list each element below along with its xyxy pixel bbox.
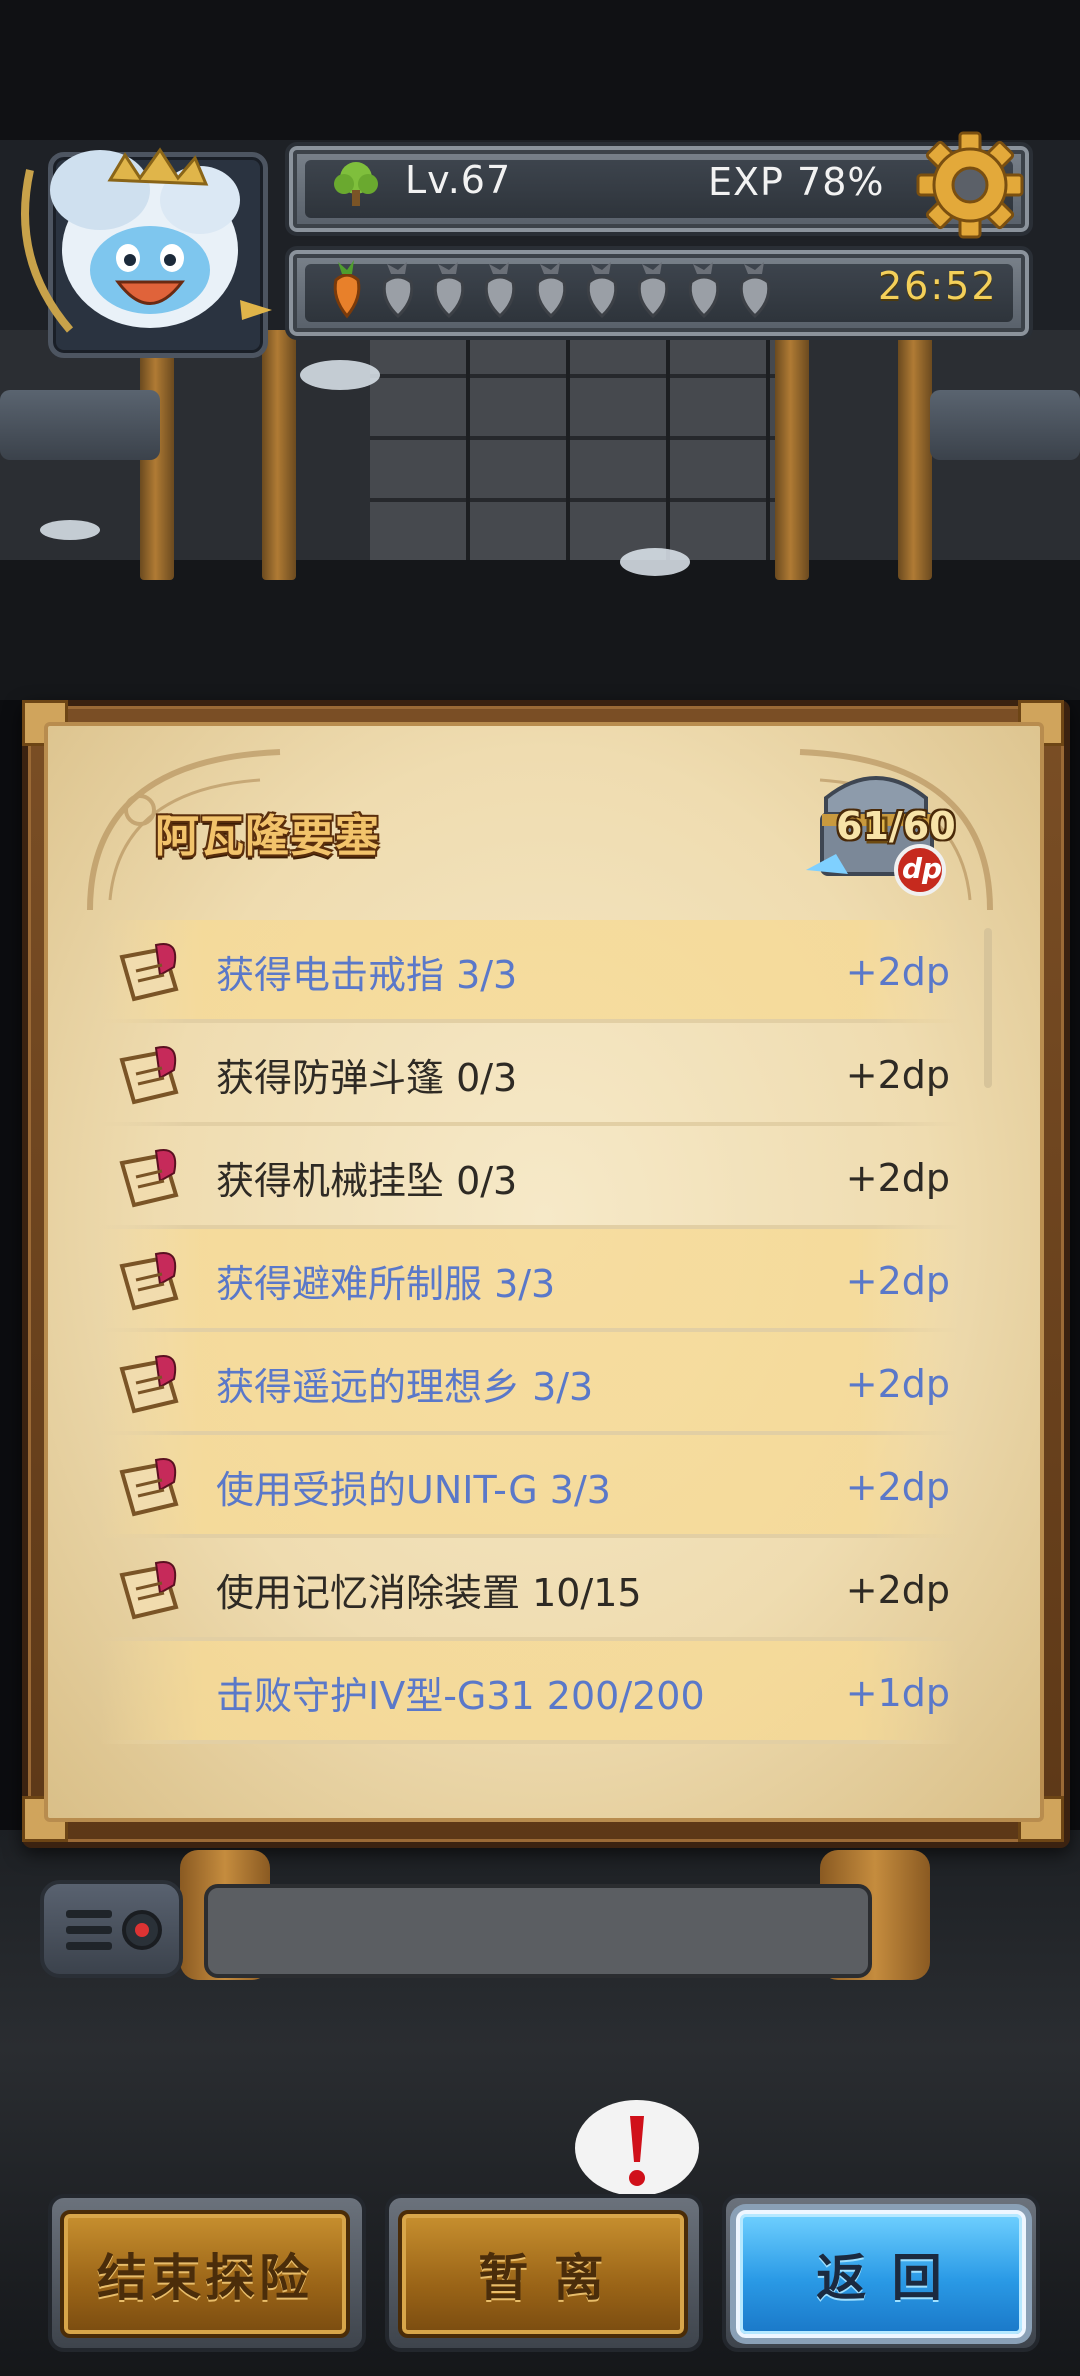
quest-label: 获得防弹斗篷 0/3 — [216, 1056, 518, 1100]
stamina-timer: 26:52 — [878, 264, 998, 308]
quest-reward: +2dp — [845, 1567, 950, 1612]
scroll-quill-icon — [119, 1560, 179, 1619]
chat-menu-icon — [66, 1910, 162, 1950]
scroll-quill-icon — [119, 1148, 179, 1207]
quest-label: 获得避难所制服 3/3 — [216, 1262, 556, 1306]
quest-scrollbar[interactable] — [984, 928, 992, 1088]
player-avatar[interactable] — [10, 110, 280, 358]
quest-reward: +1dp — [845, 1670, 950, 1715]
stamina-bag-icon — [484, 262, 516, 319]
quest-reward: +2dp — [845, 1258, 950, 1303]
stamina-bag-icon — [637, 262, 669, 319]
scroll-quill-icon — [119, 1457, 179, 1516]
quest-label: 使用记忆消除装置 10/15 — [216, 1571, 642, 1615]
quest-row[interactable]: 获得机械挂坠 0/3 +2dp — [100, 1126, 960, 1229]
stamina-bag-icon — [433, 262, 465, 319]
scroll-quill-icon — [119, 1354, 179, 1413]
quest-row[interactable]: 击败守护IV型-G31 200/200 +1dp — [100, 1641, 960, 1744]
quest-reward: +2dp — [845, 949, 950, 994]
quest-label: 获得电击戒指 3/3 — [216, 953, 518, 997]
gear-icon[interactable] — [915, 130, 1025, 240]
stone-wall — [370, 330, 790, 560]
quest-label: 击败守护IV型-G31 200/200 — [216, 1674, 705, 1718]
scroll-quill-icon — [119, 942, 179, 1001]
quest-label: 使用受损的UNIT-G 3/3 — [216, 1468, 611, 1512]
quest-list: 获得电击戒指 3/3 +2dp 获得防弹斗篷 0/3 +2dp 获得机械挂坠 0… — [100, 920, 960, 1744]
quest-row[interactable]: 获得避难所制服 3/3 +2dp — [100, 1229, 960, 1332]
player-level: Lv.67 — [405, 158, 512, 202]
stamina-bag-icon — [382, 262, 414, 319]
alert-bubble-icon[interactable] — [572, 2096, 702, 2206]
chat-message-box[interactable] — [204, 1884, 872, 1978]
scroll-quill-icon — [119, 1251, 179, 1310]
dp-badge: dp — [902, 852, 943, 885]
chest-progress: 61/60 — [836, 804, 956, 848]
quest-row[interactable]: 获得遥远的理想乡 3/3 +2dp — [100, 1332, 960, 1435]
quest-reward: +2dp — [845, 1155, 950, 1200]
quest-label: 获得机械挂坠 0/3 — [216, 1159, 518, 1203]
stamina-bag-icon — [586, 262, 618, 319]
leave-temporarily-button[interactable]: 暂 离 — [398, 2210, 688, 2338]
quest-row[interactable]: 获得电击戒指 3/3 +2dp — [100, 920, 960, 1023]
stamina-bag-icon — [535, 262, 567, 319]
scroll-quill-icon — [119, 1045, 179, 1104]
chat-menu-button[interactable] — [40, 1880, 183, 1978]
end-exploration-button[interactable]: 结束探险 — [60, 2210, 350, 2338]
stamina-bag-icon — [688, 262, 720, 319]
stamina-icons — [322, 258, 780, 320]
carrot-icon — [333, 260, 361, 319]
quest-reward: +2dp — [845, 1052, 950, 1097]
quest-reward: +2dp — [845, 1361, 950, 1406]
quest-row[interactable]: 获得防弹斗篷 0/3 +2dp — [100, 1023, 960, 1126]
quest-label: 获得遥远的理想乡 3/3 — [216, 1365, 594, 1409]
stamina-bag-icon — [739, 262, 771, 319]
back-button[interactable]: 返 回 — [736, 2210, 1026, 2338]
exp-percent: EXP 78% — [708, 160, 885, 204]
quest-reward: +2dp — [845, 1464, 950, 1509]
quest-row[interactable]: 使用记忆消除装置 10/15 +2dp — [100, 1538, 960, 1641]
quest-row[interactable]: 使用受损的UNIT-G 3/3 +2dp — [100, 1435, 960, 1538]
dungeon-title: 阿瓦隆要塞 — [155, 811, 380, 862]
level-tree-icon — [334, 162, 378, 206]
